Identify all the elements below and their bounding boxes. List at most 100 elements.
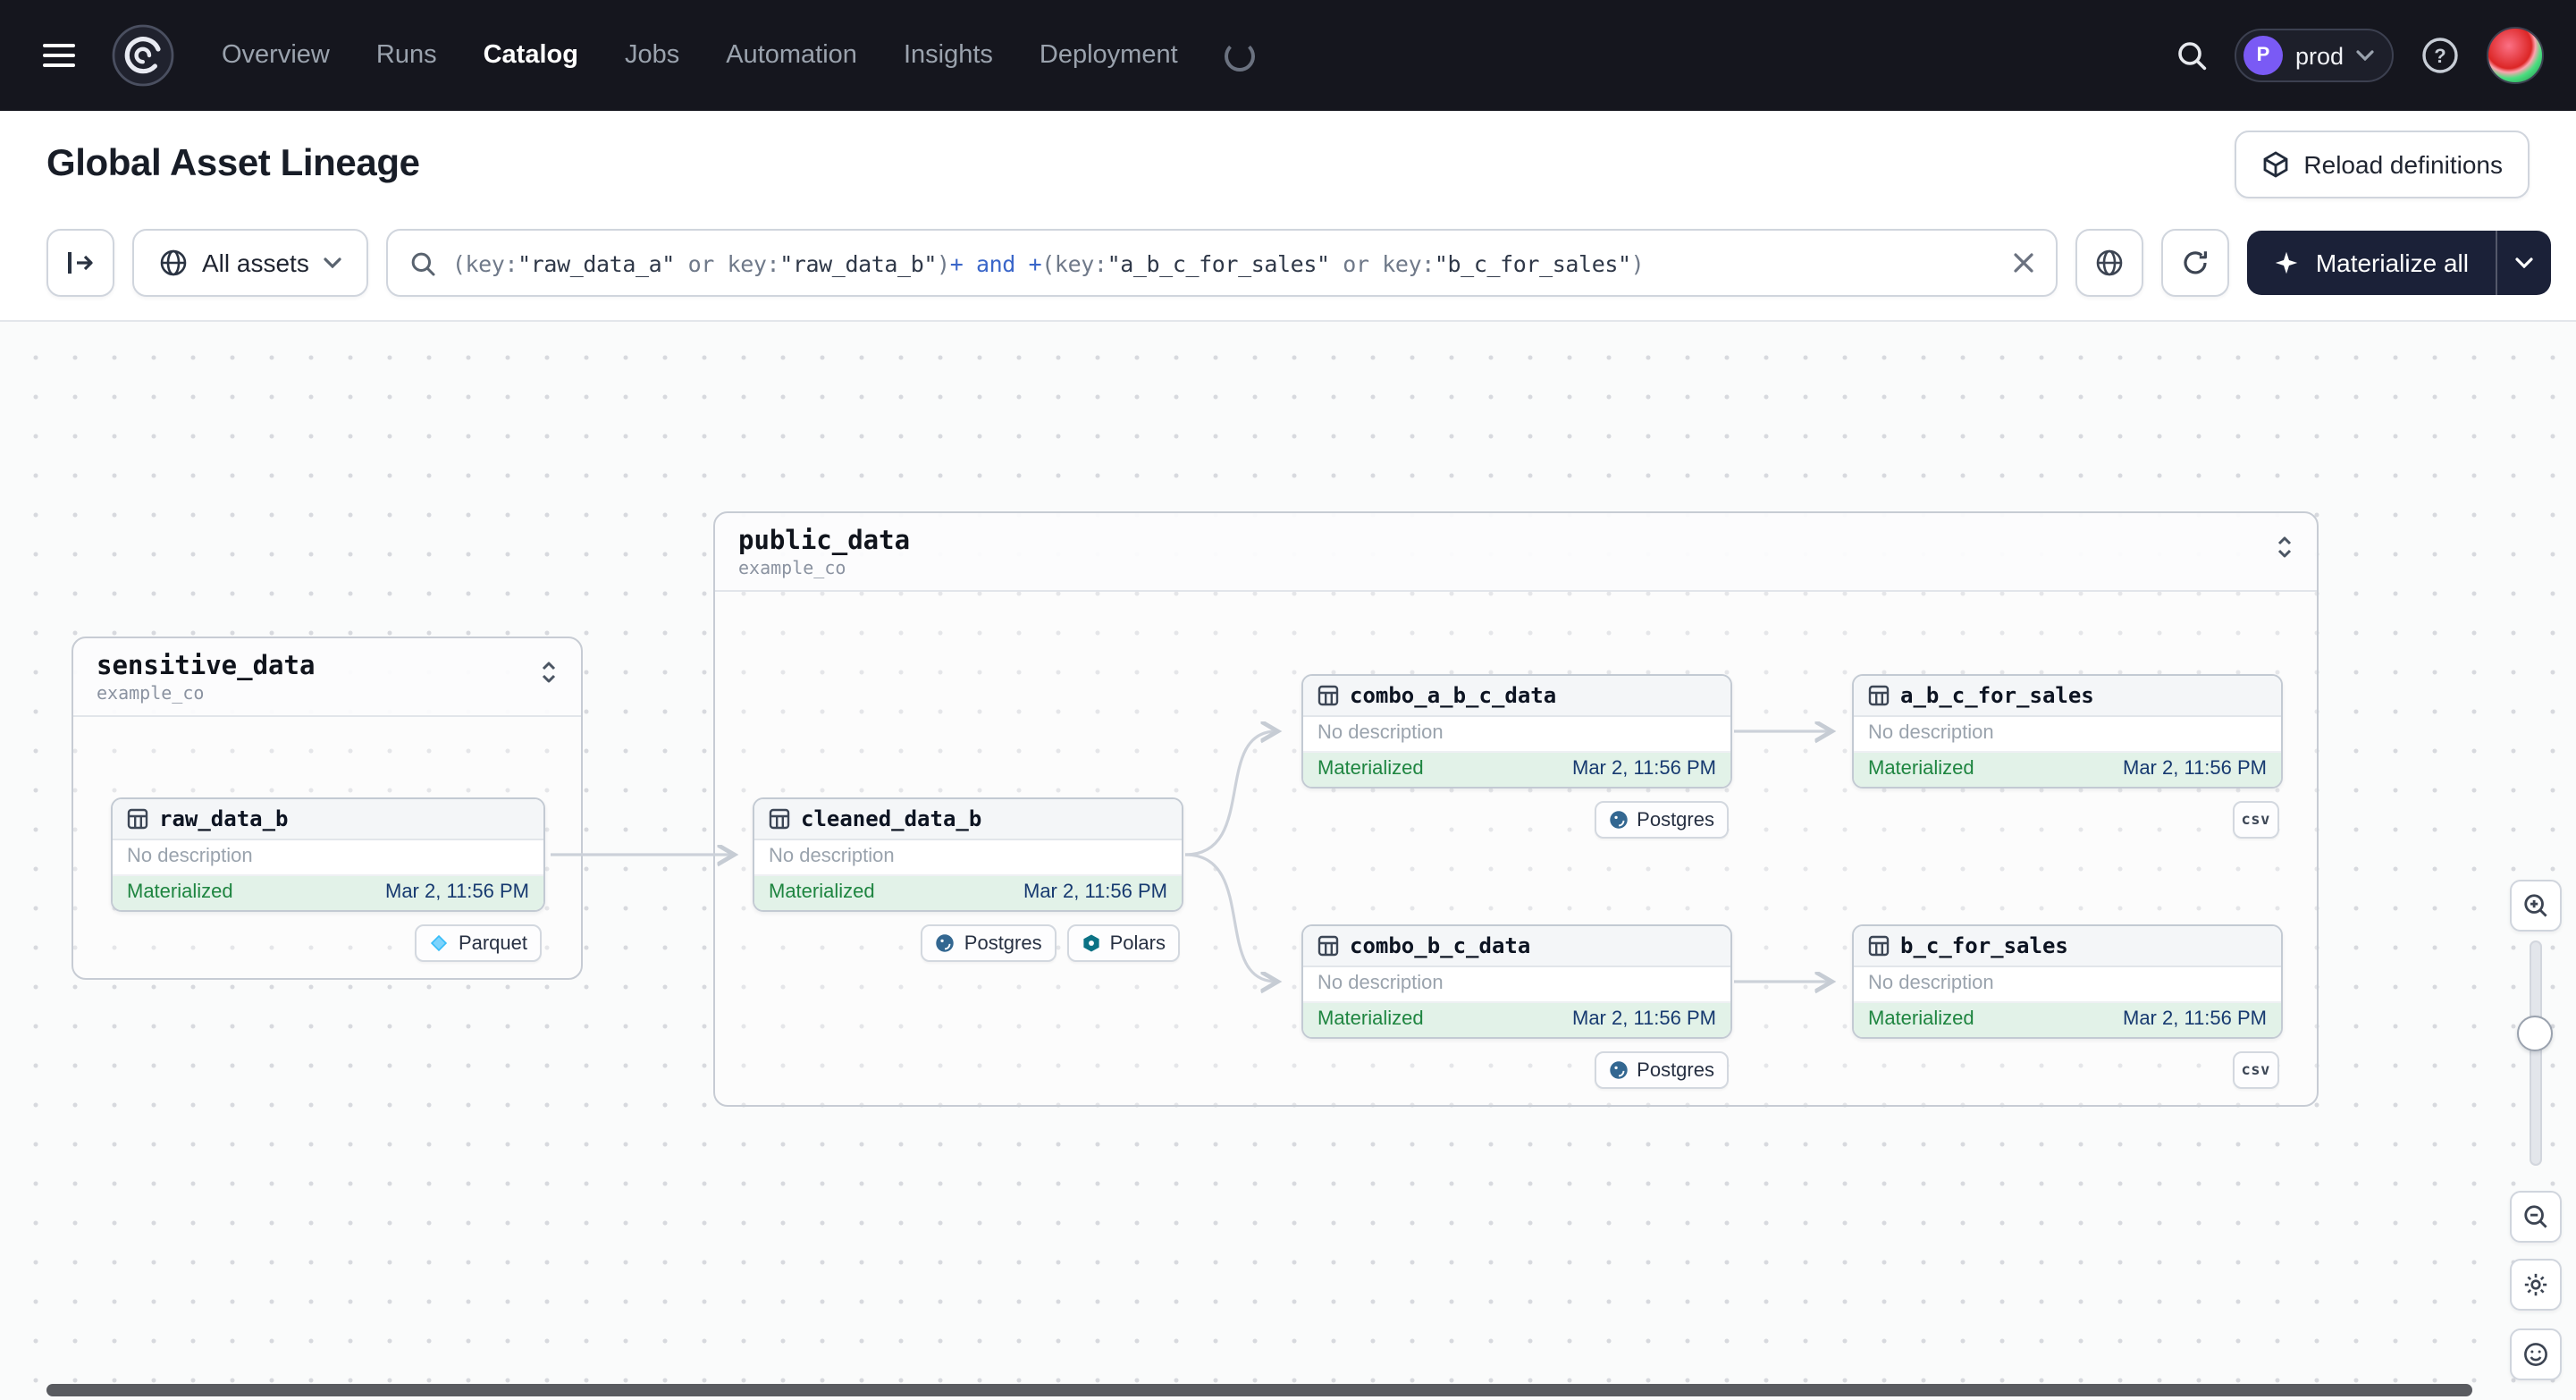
- table-icon: [1317, 685, 1339, 706]
- user-avatar[interactable]: [2487, 27, 2544, 84]
- search-query[interactable]: (key:"raw_data_a" or key:"raw_data_b")+ …: [452, 249, 1998, 276]
- postgres-icon: [1609, 1061, 1627, 1079]
- asset-node-combo-b-c-data[interactable]: combo_b_c_data No description Materializ…: [1301, 924, 1732, 1039]
- globe-icon: [160, 249, 187, 276]
- kind-tag-parquet[interactable]: Parquet: [415, 924, 542, 962]
- horizontal-scrollbar[interactable]: [46, 1384, 2472, 1396]
- reload-definitions-button[interactable]: Reload definitions: [2234, 131, 2530, 198]
- node-status-row[interactable]: Materialized Mar 2, 11:56 PM: [1854, 1003, 2281, 1037]
- node-status-row[interactable]: Materialized Mar 2, 11:56 PM: [1854, 753, 2281, 787]
- zoom-in-icon: [2524, 894, 2547, 917]
- page-header: Global Asset Lineage Reload definitions: [0, 111, 2576, 218]
- page-title: Global Asset Lineage: [46, 143, 420, 184]
- nav-item-overview[interactable]: Overview: [222, 41, 330, 70]
- table-icon: [1317, 935, 1339, 957]
- status-timestamp: Mar 2, 11:56 PM: [1023, 881, 1167, 903]
- node-description: No description: [1854, 967, 2281, 1003]
- asset-node-a-b-c-for-sales[interactable]: a_b_c_for_sales No description Materiali…: [1852, 674, 2283, 789]
- node-description: No description: [1303, 717, 1730, 753]
- zoom-slider-knob[interactable]: [2517, 1016, 2553, 1051]
- asset-node-b-c-for-sales[interactable]: b_c_for_sales No description Materialize…: [1852, 924, 2283, 1039]
- status-badge: Materialized: [1317, 1008, 1424, 1030]
- node-description: No description: [113, 840, 543, 876]
- status-badge: Materialized: [127, 881, 233, 903]
- table-icon: [769, 808, 790, 830]
- zoom-slider-track[interactable]: [2530, 940, 2542, 1166]
- kind-tag-csv[interactable]: csv: [2232, 1051, 2279, 1089]
- status-timestamp: Mar 2, 11:56 PM: [2123, 758, 2267, 780]
- dagster-logo-icon[interactable]: [111, 23, 175, 88]
- nav-item-insights[interactable]: Insights: [904, 41, 993, 70]
- materialize-all-button[interactable]: Materialize all: [2247, 231, 2551, 295]
- deployment-badge: P: [2243, 36, 2283, 75]
- nav-item-runs[interactable]: Runs: [376, 41, 437, 70]
- asset-scope-dropdown[interactable]: All assets: [132, 229, 368, 297]
- loading-spinner-icon: [1224, 40, 1255, 71]
- nav-item-deployment[interactable]: Deployment: [1040, 41, 1178, 70]
- kind-tag-postgres[interactable]: Postgres: [921, 924, 1056, 962]
- status-badge: Materialized: [769, 881, 875, 903]
- kind-tag-postgres[interactable]: Postgres: [1594, 801, 1729, 839]
- globe-icon: [2097, 249, 2124, 276]
- status-timestamp: Mar 2, 11:56 PM: [1572, 1008, 1716, 1030]
- status-timestamp: Mar 2, 11:56 PM: [385, 881, 529, 903]
- nav-item-automation[interactable]: Automation: [726, 41, 857, 70]
- node-description: No description: [754, 840, 1182, 876]
- kind-tag-csv[interactable]: csv: [2232, 801, 2279, 839]
- group-title: sensitive_data: [97, 653, 316, 681]
- asset-node-combo-a-b-c-data[interactable]: combo_a_b_c_data No description Material…: [1301, 674, 1732, 789]
- chevron-down-icon: [2356, 50, 2374, 61]
- help-icon[interactable]: ?: [2420, 36, 2460, 75]
- zoom-out-icon: [2524, 1205, 2547, 1228]
- polars-icon: [1083, 934, 1099, 952]
- table-icon: [127, 808, 148, 830]
- refresh-icon: [2185, 251, 2208, 274]
- node-status-row[interactable]: Materialized Mar 2, 11:56 PM: [754, 876, 1182, 910]
- nav-links: Overview Runs Catalog Jobs Automation In…: [222, 40, 1255, 71]
- nav-item-catalog[interactable]: Catalog: [484, 41, 578, 70]
- group-location: example_co: [97, 685, 205, 704]
- asset-search-input[interactable]: (key:"raw_data_a" or key:"raw_data_b")+ …: [385, 229, 2058, 297]
- refresh-button[interactable]: [2161, 229, 2230, 297]
- full-graph-button[interactable]: [2075, 229, 2144, 297]
- postgres-icon: [1609, 811, 1627, 829]
- lineage-canvas[interactable]: sensitive_data example_co public_data ex…: [0, 322, 2576, 1400]
- feedback-button[interactable]: [2510, 1328, 2562, 1380]
- gear-icon: [2524, 1273, 2547, 1296]
- status-badge: Materialized: [1317, 758, 1424, 780]
- group-title: public_data: [738, 527, 911, 556]
- chevron-down-icon: [324, 257, 341, 268]
- nav-item-jobs[interactable]: Jobs: [625, 41, 679, 70]
- collapse-group-icon[interactable]: [538, 660, 560, 694]
- deployment-switcher[interactable]: P prod: [2234, 29, 2394, 82]
- panel-toggle-icon: [68, 252, 93, 274]
- asset-node-raw-data-b[interactable]: raw_data_b No description Materialized M…: [111, 797, 545, 912]
- collapse-group-icon[interactable]: [2274, 535, 2295, 569]
- zoom-in-button[interactable]: [2510, 880, 2562, 932]
- parquet-icon: [431, 934, 449, 952]
- group-location: example_co: [738, 560, 846, 579]
- open-panel-button[interactable]: [46, 229, 114, 297]
- deployment-name: prod: [2294, 42, 2344, 69]
- asset-node-cleaned-data-b[interactable]: cleaned_data_b No description Materializ…: [753, 797, 1183, 912]
- postgres-icon: [937, 934, 955, 952]
- clear-search-icon[interactable]: [2014, 252, 2035, 274]
- graph-settings-button[interactable]: [2510, 1259, 2562, 1311]
- top-nav: Overview Runs Catalog Jobs Automation In…: [0, 0, 2576, 111]
- svg-text:?: ?: [2434, 45, 2446, 67]
- status-timestamp: Mar 2, 11:56 PM: [2123, 1008, 2267, 1030]
- node-status-row[interactable]: Materialized Mar 2, 11:56 PM: [113, 876, 543, 910]
- status-badge: Materialized: [1868, 758, 1974, 780]
- code-location-icon: [2263, 151, 2287, 178]
- node-status-row[interactable]: Materialized Mar 2, 11:56 PM: [1303, 1003, 1730, 1037]
- kind-tag-polars[interactable]: Polars: [1066, 924, 1180, 962]
- kind-tag-postgres[interactable]: Postgres: [1594, 1051, 1729, 1089]
- status-timestamp: Mar 2, 11:56 PM: [1572, 758, 1716, 780]
- menu-icon[interactable]: [36, 32, 82, 79]
- search-icon[interactable]: [2176, 39, 2208, 72]
- materialize-options-button[interactable]: [2496, 231, 2551, 295]
- node-status-row[interactable]: Materialized Mar 2, 11:56 PM: [1303, 753, 1730, 787]
- table-icon: [1868, 685, 1890, 706]
- node-description: No description: [1854, 717, 2281, 753]
- zoom-out-button[interactable]: [2510, 1191, 2562, 1243]
